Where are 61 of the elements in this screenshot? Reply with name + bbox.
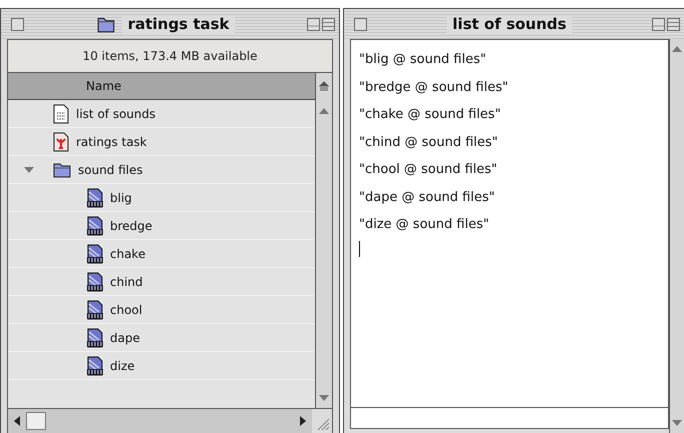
vertical-scrollbar[interactable]	[669, 39, 684, 433]
file-row[interactable]: list of sounds	[8, 100, 315, 128]
zoom-box[interactable]	[666, 18, 680, 30]
scroll-left-arrow-icon[interactable]	[14, 416, 20, 426]
file-name: blig	[110, 190, 132, 204]
file-row[interactable]: dize	[8, 352, 315, 380]
sound-file-icon	[86, 216, 104, 236]
sort-order-icon[interactable]	[319, 81, 329, 91]
status-text: 10 items, 173.4 MB available	[8, 40, 332, 72]
file-name: dize	[110, 358, 135, 372]
file-name: list of sounds	[76, 106, 156, 120]
file-name: sound files	[78, 162, 143, 176]
sound-file-icon	[86, 244, 104, 264]
text-line: "blig @ sound files"	[359, 51, 488, 70]
sound-file-icon	[86, 356, 104, 376]
scroll-right-arrow-icon[interactable]	[300, 416, 306, 426]
horizontal-scrollbar[interactable]	[8, 409, 312, 433]
column-header[interactable]: Name	[8, 73, 315, 100]
text-line: "chake @ sound files"	[359, 106, 502, 124]
scroll-down-arrow-icon[interactable]	[672, 420, 682, 426]
collapse-box[interactable]	[306, 18, 320, 30]
file-name: bredge	[110, 218, 152, 232]
folder-icon	[52, 160, 72, 178]
text-line: "chind @ sound files"	[359, 134, 499, 152]
file-row[interactable]: ratings task	[8, 128, 315, 156]
collapse-box[interactable]	[652, 18, 665, 30]
file-name: chool	[110, 302, 142, 316]
close-box[interactable]	[354, 18, 367, 30]
text-line: "dize @ sound files"	[359, 216, 490, 234]
window-title: ratings task	[122, 15, 236, 33]
text-line: "chool @ sound files"	[359, 161, 498, 180]
zoom-box[interactable]	[322, 18, 335, 30]
close-box[interactable]	[11, 18, 24, 30]
scroll-down-arrow-icon[interactable]	[319, 395, 329, 401]
file-row[interactable]: chake	[8, 240, 315, 268]
window-title: list of sounds	[446, 15, 572, 33]
file-row[interactable]: sound files	[8, 156, 315, 184]
file-row[interactable]: chind	[8, 268, 315, 296]
file-row[interactable]: bredge	[8, 212, 315, 240]
scroll-up-arrow-icon[interactable]	[319, 108, 329, 114]
folder-icon	[96, 15, 116, 33]
application-icon	[52, 132, 70, 152]
file-name: chake	[110, 246, 146, 260]
file-row[interactable]: blig	[8, 184, 315, 212]
text-editor[interactable]: "blig @ sound files" "bredge @ sound files" "chake @ sound files" "chind @ sound files" "chool @ sound files" "dape @ sound files" "dize @ sound files"	[350, 39, 669, 408]
text-line: "bredge @ sound files"	[359, 78, 510, 97]
text-line: "dape @ sound files"	[359, 188, 496, 207]
file-name: chind	[110, 274, 143, 288]
file-row[interactable]: chool	[8, 296, 315, 324]
file-name: ratings task	[76, 134, 147, 148]
sound-file-icon	[86, 328, 104, 348]
sound-file-icon	[86, 300, 104, 320]
sound-file-icon	[86, 272, 104, 292]
file-row[interactable]: dape	[8, 324, 315, 352]
text-cursor	[359, 240, 360, 256]
vertical-scrollbar[interactable]	[315, 73, 332, 408]
scroll-thumb[interactable]	[26, 412, 46, 430]
scroll-up-arrow-icon[interactable]	[672, 46, 682, 52]
document-icon	[52, 104, 70, 124]
sound-file-icon	[86, 188, 104, 208]
file-name: dape	[110, 330, 140, 344]
